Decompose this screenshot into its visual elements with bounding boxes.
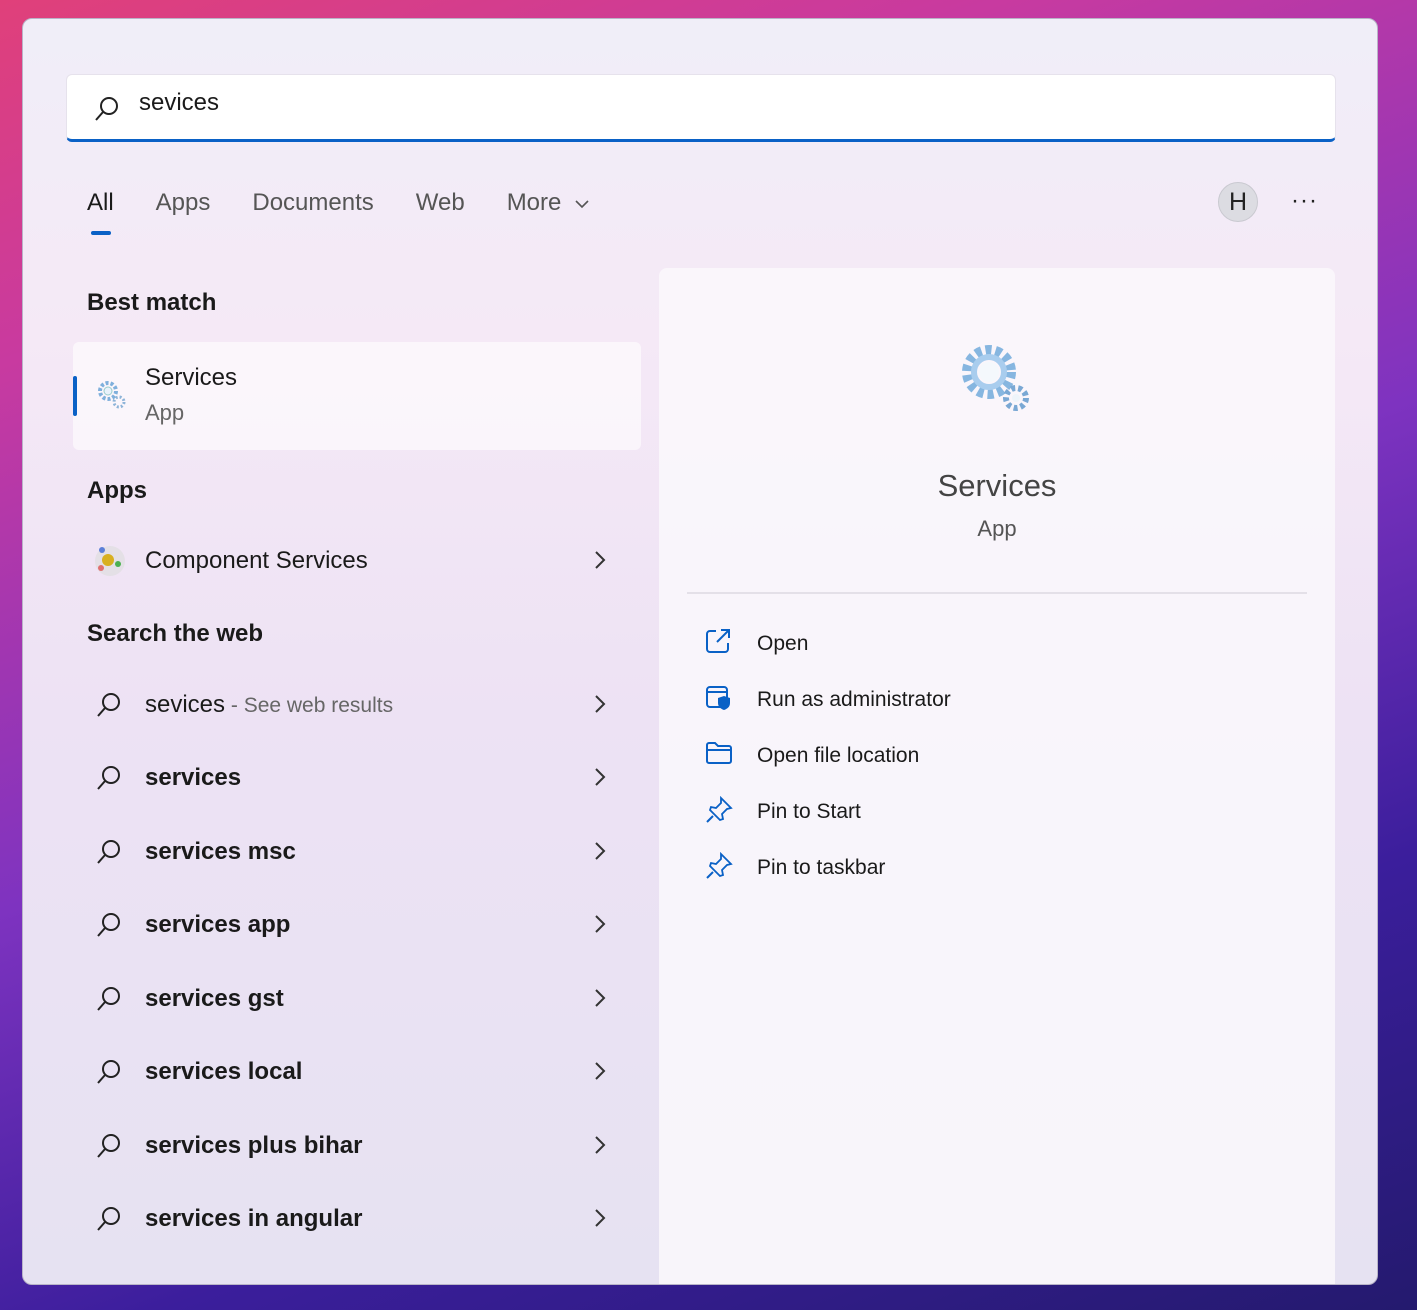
search-icon — [97, 986, 120, 1011]
open-external-icon — [706, 629, 730, 653]
tab-web[interactable]: Web — [416, 189, 465, 217]
web-suggestion-item[interactable]: services plus bihar — [73, 1116, 641, 1176]
best-match-title: Services — [145, 364, 238, 391]
web-suggestion-item[interactable]: services gst — [73, 969, 641, 1029]
web-suggestion-item[interactable]: services local — [73, 1042, 641, 1102]
suggestion-label: services app — [145, 911, 291, 938]
web-suggestion-item[interactable]: services — [73, 748, 641, 808]
search-window: All Apps Documents Web More H ··· Best m… — [22, 18, 1378, 1285]
detail-subtitle: App — [977, 516, 1017, 541]
search-icon — [97, 913, 120, 937]
app-item-label: Component Services — [145, 547, 368, 574]
web-suggestion-item[interactable]: services msc — [73, 822, 641, 882]
web-suggestion-item[interactable]: services app — [73, 895, 641, 955]
tab-all[interactable]: All — [87, 189, 114, 235]
divider — [687, 592, 1307, 594]
action-label: Pin to taskbar — [757, 856, 886, 879]
folder-icon — [706, 742, 732, 764]
suggestion-label: services in angular — [145, 1205, 363, 1232]
component-services-icon — [95, 546, 125, 576]
web-result-item[interactable]: sevices - See web results — [73, 675, 641, 735]
services-gears-icon — [98, 381, 126, 409]
chevron-right-icon — [595, 1209, 606, 1227]
best-match-item[interactable]: Services App — [73, 342, 641, 450]
detail-title: Services — [937, 468, 1057, 503]
suggestion-label: services msc — [145, 837, 296, 865]
avatar[interactable]: H — [1218, 182, 1258, 222]
best-match-heading: Best match — [87, 289, 217, 316]
search-icon — [97, 693, 120, 717]
selection-indicator — [73, 376, 77, 416]
open-file-location-action[interactable]: Open file location — [705, 736, 1265, 776]
pin-to-taskbar-action[interactable]: Pin to taskbar — [705, 848, 1265, 888]
search-box[interactable] — [66, 74, 1336, 142]
run-as-administrator-action[interactable]: Run as administrator — [705, 680, 1265, 720]
web-suggestion-item[interactable]: services in angular — [73, 1189, 641, 1249]
search-web-heading: Search the web — [87, 620, 264, 647]
chevron-right-icon — [595, 915, 606, 933]
tab-more[interactable]: More — [507, 189, 590, 217]
tab-apps[interactable]: Apps — [156, 189, 211, 217]
tab-more-label: More — [506, 189, 562, 216]
search-icon — [97, 1133, 120, 1158]
action-label: Open file location — [757, 744, 920, 767]
suggestion-label: services gst — [145, 984, 284, 1012]
suggestion-label: services local — [145, 1058, 303, 1085]
filter-tabs: All Apps Documents Web More — [87, 189, 632, 235]
chevron-right-icon — [595, 1062, 606, 1080]
best-match-subtitle: App — [145, 400, 185, 425]
more-options-button[interactable]: ··· — [1291, 187, 1318, 215]
search-icon — [97, 839, 120, 864]
pin-icon — [706, 852, 733, 879]
action-label: Run as administrator — [757, 688, 951, 711]
chevron-right-icon — [595, 551, 606, 569]
action-label: Pin to Start — [757, 800, 861, 823]
shield-window-icon — [706, 686, 730, 710]
web-query-suffix: - See web results — [225, 694, 394, 717]
chevron-right-icon — [595, 1135, 606, 1154]
web-query: sevices — [145, 691, 226, 718]
search-input[interactable] — [139, 89, 1239, 117]
chevron-right-icon — [595, 841, 606, 860]
tab-documents[interactable]: Documents — [252, 189, 373, 217]
open-action[interactable]: Open — [705, 624, 1265, 664]
pin-icon — [706, 796, 733, 823]
search-icon — [97, 766, 120, 790]
search-icon — [97, 1207, 120, 1231]
services-gears-icon — [962, 345, 1029, 411]
suggestion-label: services plus bihar — [145, 1131, 363, 1159]
action-label: Open — [757, 632, 809, 655]
search-icon — [95, 97, 118, 121]
pin-to-start-action[interactable]: Pin to Start — [705, 792, 1265, 832]
suggestion-label: services — [145, 764, 242, 791]
chevron-down-icon — [575, 200, 589, 209]
apps-heading: Apps — [87, 477, 147, 504]
chevron-right-icon — [595, 768, 606, 786]
detail-panel: Services App Open Run as administrator O… — [659, 268, 1335, 1284]
app-item-component-services[interactable]: Component Services — [73, 531, 641, 591]
chevron-right-icon — [595, 988, 606, 1007]
chevron-right-icon — [595, 695, 606, 713]
search-icon — [97, 1060, 120, 1084]
